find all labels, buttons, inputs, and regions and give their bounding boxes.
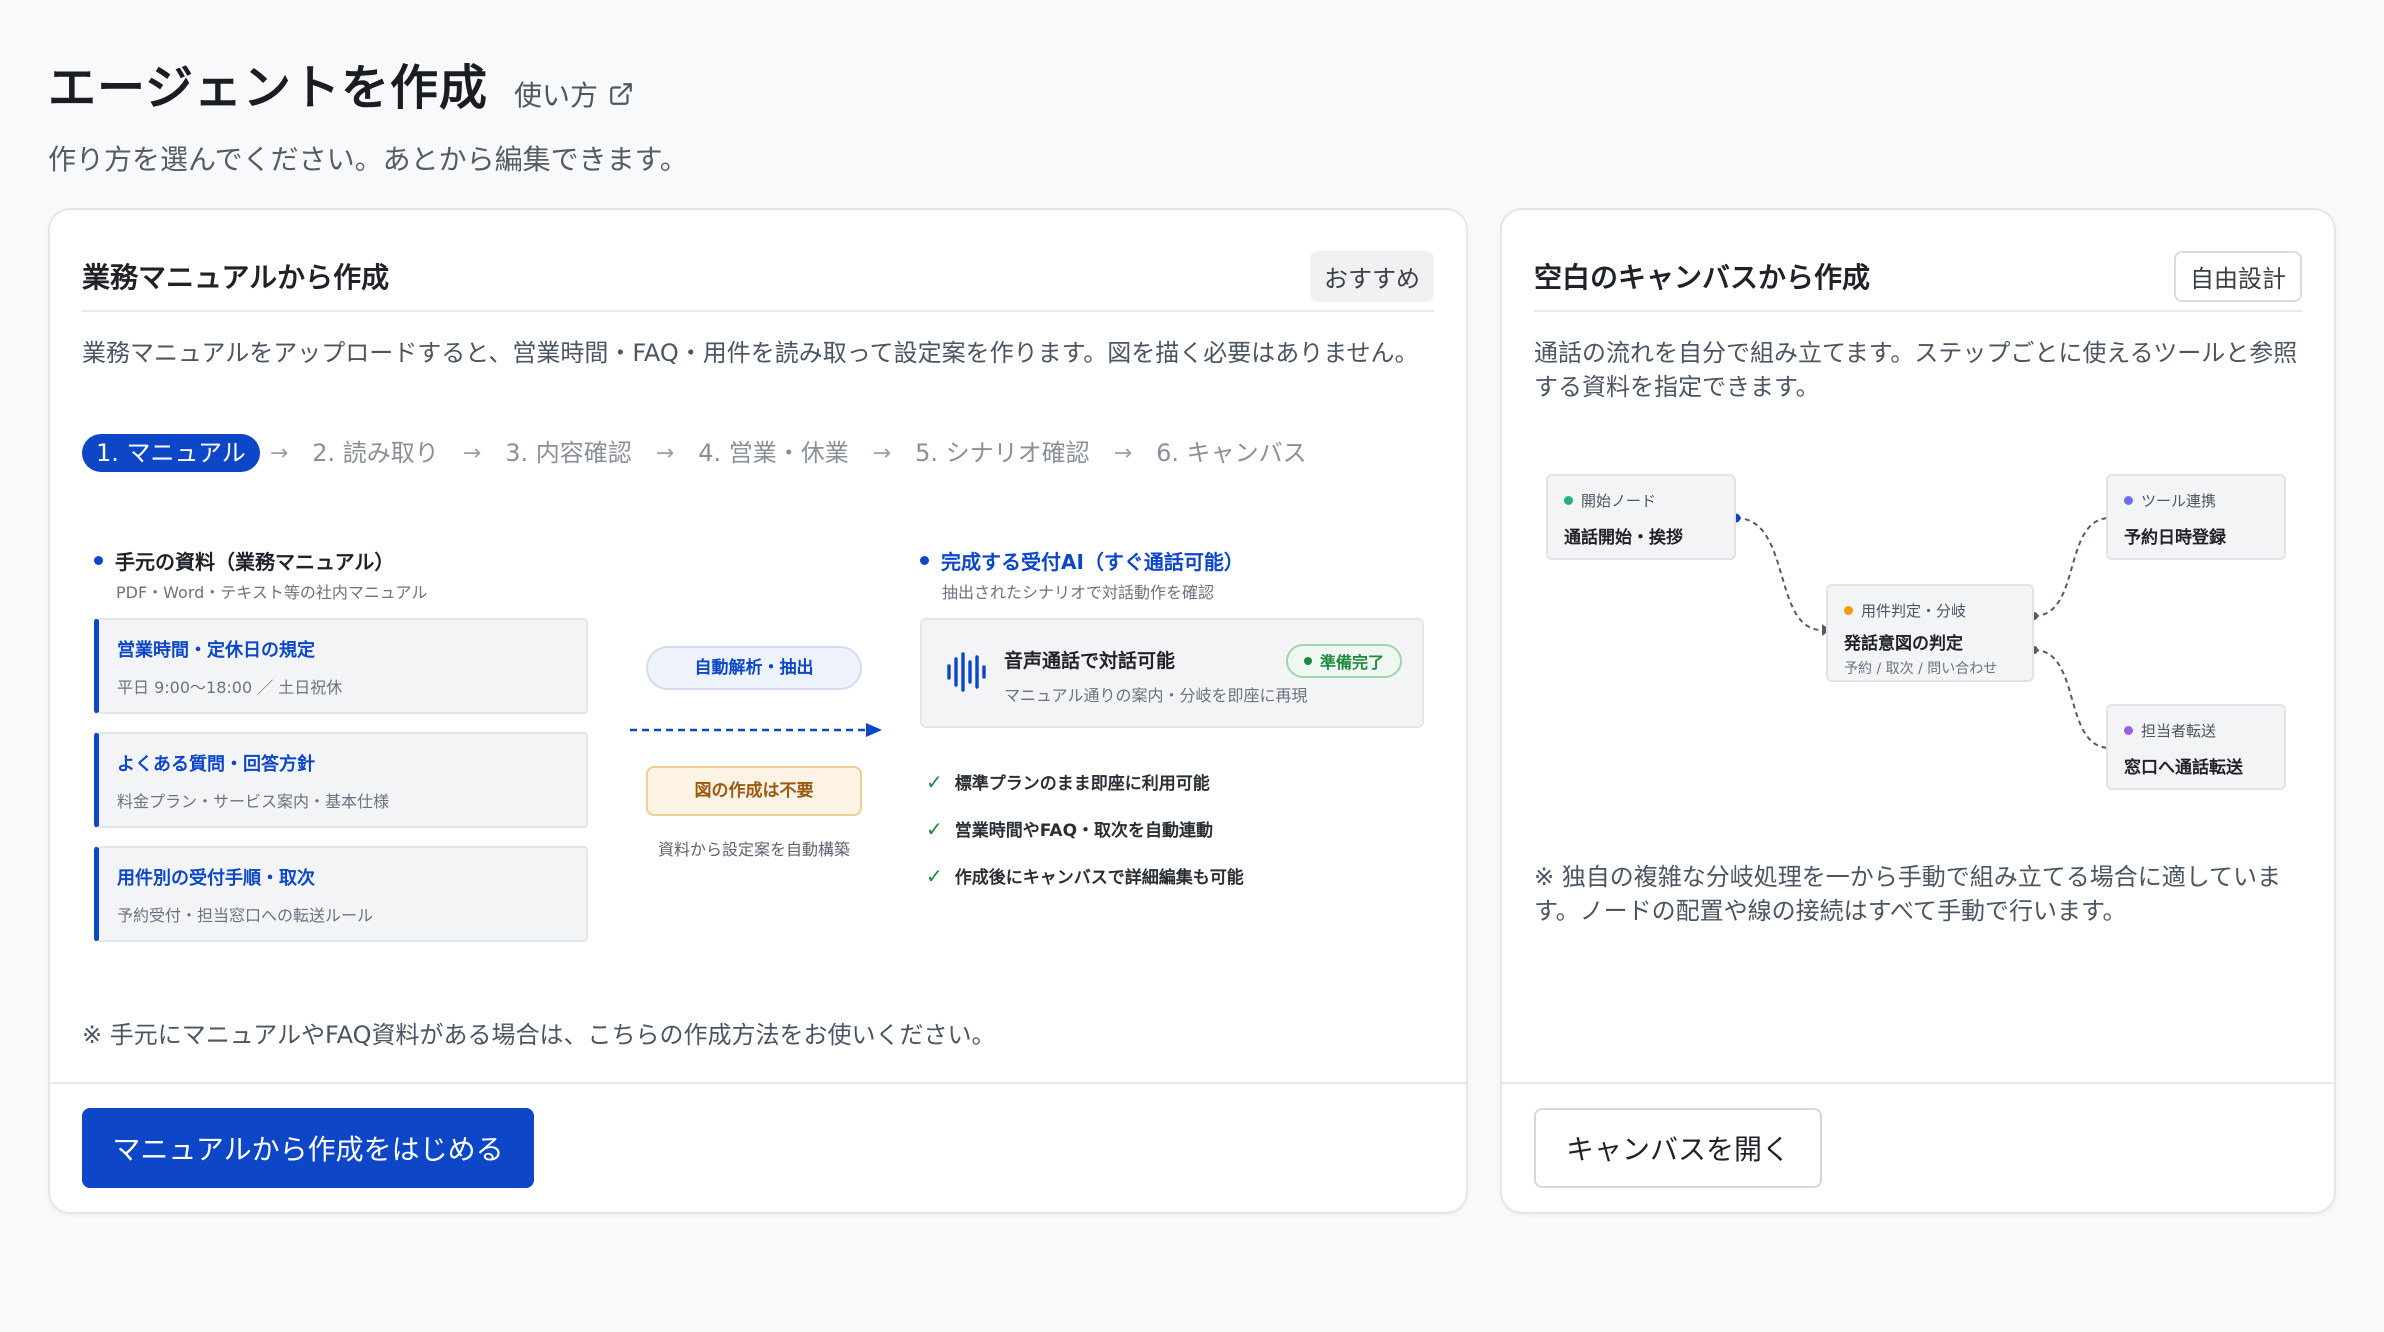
check-item: ✓ 営業時間やFAQ・取次を自動連動 (926, 805, 1244, 852)
check-text: 作成後にキャンバスで詳細編集も可能 (954, 868, 1244, 888)
connector-line (2033, 517, 2111, 617)
manual-card-title: 業務マニュアルから作成 (82, 261, 390, 294)
page-subtitle: 作り方を選んでください。あとから編集できます。 (48, 143, 688, 176)
check-icon: ✓ (926, 816, 943, 841)
audio-waveform-icon (947, 652, 986, 692)
step-4: 4. 営業・休業 (698, 439, 849, 467)
check-item: ✓ 標準プランのまま即座に利用可能 (926, 758, 1244, 805)
voice-call-title: 音声通話で対話可能 (1004, 650, 1176, 672)
result-title: 完成する受付AI（すぐ通話可能） (941, 550, 1244, 574)
source-title: 手元の資料（業務マニュアル） (115, 550, 395, 574)
node-tag: 開始ノード (1581, 492, 1657, 510)
doc-detail: 予約受付・担当窓口への転送ルール (117, 906, 374, 925)
voice-call-subtitle: マニュアル通りの案内・分岐を即座に再現 (1004, 686, 1308, 705)
node-name: 通話開始・挨拶 (1564, 528, 1683, 548)
arrow-right-icon: → (462, 440, 482, 466)
node-name: 窓口へ通話転送 (2124, 758, 2243, 778)
flow-node-tool: ツール連携 予約日時登録 (2106, 474, 2286, 560)
manual-card-description: 業務マニュアルをアップロードすると、営業時間・FAQ・用件を読み取って設定案を作… (82, 339, 1419, 367)
doc-card: よくある質問・回答方針 料金プラン・サービス案内・基本仕様 (94, 732, 588, 828)
page-title: エージェントを作成 (48, 60, 489, 116)
manual-card-header: 業務マニュアルから作成 おすすめ (82, 242, 1434, 312)
howto-link[interactable]: 使い方 (514, 74, 634, 118)
node-dot-icon (2124, 726, 2133, 735)
doc-detail: 料金プラン・サービス案内・基本仕様 (117, 792, 390, 811)
connector-line (1735, 517, 1823, 631)
arrow-right-icon: → (655, 440, 675, 466)
connector-line (2033, 649, 2111, 749)
doc-title: 用件別の受付手順・取次 (117, 868, 315, 889)
source-subtitle: PDF・Word・テキスト等の社内マニュアル (116, 583, 428, 602)
bullet-dot-icon (920, 556, 929, 565)
canvas-option-card: 空白のキャンバスから作成 自由設計 通話の流れを自分で組み立てます。ステップごと… (1500, 208, 2336, 1214)
step-3: 3. 内容確認 (505, 439, 632, 467)
status-dot-icon (1303, 657, 1312, 665)
ready-badge: 準備完了 (1285, 644, 1402, 678)
manual-card-note: ※ 手元にマニュアルやFAQ資料がある場合は、こちらの作成方法をお使いください。 (82, 1021, 996, 1049)
node-dot-icon (1564, 496, 1573, 505)
doc-title: よくある質問・回答方針 (117, 754, 315, 775)
step-2: 2. 読み取り (312, 439, 439, 467)
arrow-right-icon: → (1113, 440, 1133, 466)
ready-label: 準備完了 (1319, 653, 1384, 672)
auto-build-caption: 資料から設定案を自動構築 (657, 840, 850, 859)
result-heading: 完成する受付AI（すぐ通話可能） 抽出されたシナリオで対話動作を確認 (920, 546, 1244, 603)
open-canvas-button[interactable]: キャンバスを開く (1534, 1108, 1822, 1188)
doc-detail: 平日 9:00〜18:00 ／ 土日祝休 (117, 678, 343, 697)
step-1: 1. マニュアル (82, 434, 260, 472)
node-dot-icon (2124, 496, 2133, 505)
start-from-manual-button[interactable]: マニュアルから作成をはじめる (82, 1108, 534, 1188)
auto-extract-pill: 自動解析・抽出 (646, 646, 862, 690)
node-tag: ツール連携 (2141, 492, 2217, 510)
node-name: 発話意図の判定 (1844, 634, 1963, 654)
step-indicator: 1. マニュアル → 2. 読み取り → 3. 内容確認 → 4. 営業・休業 … (82, 434, 1321, 472)
canvas-card-title: 空白のキャンバスから作成 (1534, 261, 1871, 294)
node-sub: 予約 / 取次 / 問い合わせ (1844, 661, 1998, 677)
flow-node-start: 開始ノード 通話開始・挨拶 (1546, 474, 1736, 560)
node-tag: 用件判定・分岐 (1861, 602, 1967, 620)
check-icon: ✓ (926, 769, 943, 794)
step-5: 5. シナリオ確認 (915, 439, 1090, 467)
manual-option-card: 業務マニュアルから作成 おすすめ 業務マニュアルをアップロードすると、営業時間・… (48, 208, 1468, 1214)
feature-checklist: ✓ 標準プランのまま即座に利用可能 ✓ 営業時間やFAQ・取次を自動連動 ✓ 作成後に… (926, 758, 1244, 899)
node-name: 予約日時登録 (2124, 528, 2226, 548)
no-diagram-pill: 図の作成は不要 (646, 766, 862, 816)
source-heading: 手元の資料（業務マニュアル） PDF・Word・テキスト等の社内マニュアル (94, 546, 427, 603)
howto-label: 使い方 (514, 79, 599, 112)
page-header: エージェントを作成 使い方 作り方を選んでください。あとから編集できます。 (48, 48, 688, 178)
step-6: 6. キャンバス (1156, 439, 1307, 467)
canvas-card-note: ※ 独自の複雑な分岐処理を一から手動で組み立てる場合に適しています。ノードの配置… (1534, 863, 2282, 925)
bullet-dot-icon (94, 556, 103, 565)
external-link-icon (610, 83, 632, 105)
doc-card: 営業時間・定休日の規定 平日 9:00〜18:00 ／ 土日祝休 (94, 618, 588, 714)
check-icon: ✓ (926, 863, 943, 888)
flow-node-branch: 用件判定・分岐 発話意図の判定 予約 / 取次 / 問い合わせ (1826, 584, 2034, 682)
voice-call-card: 音声通話で対話可能 マニュアル通りの案内・分岐を即座に再現 準備完了 (920, 618, 1424, 728)
canvas-card-description: 通話の流れを自分で組み立てます。ステップごとに使えるツールと参照する資料を指定で… (1534, 339, 2298, 401)
node-dot-icon (1844, 606, 1853, 615)
dashed-arrow-icon (630, 723, 882, 737)
check-text: 標準プランのまま即座に利用可能 (954, 774, 1210, 794)
canvas-card-header: 空白のキャンバスから作成 自由設計 (1534, 242, 2302, 312)
doc-title: 営業時間・定休日の規定 (117, 640, 315, 661)
flow-node-transfer: 担当者転送 窓口へ通話転送 (2106, 704, 2286, 790)
check-text: 営業時間やFAQ・取次を自動連動 (954, 821, 1214, 841)
free-design-badge: 自由設計 (2174, 250, 2302, 302)
manual-card-footer: マニュアルから作成をはじめる (50, 1082, 1466, 1212)
canvas-card-footer: キャンバスを開く (1502, 1082, 2334, 1212)
doc-card: 用件別の受付手順・取次 予約受付・担当窓口への転送ルール (94, 846, 588, 942)
arrow-right-icon: → (872, 440, 892, 466)
node-tag: 担当者転送 (2141, 722, 2217, 740)
result-subtitle: 抽出されたシナリオで対話動作を確認 (942, 583, 1215, 602)
arrow-right-icon: → (269, 440, 289, 466)
check-item: ✓ 作成後にキャンバスで詳細編集も可能 (926, 852, 1244, 899)
recommended-badge: おすすめ (1310, 250, 1434, 302)
